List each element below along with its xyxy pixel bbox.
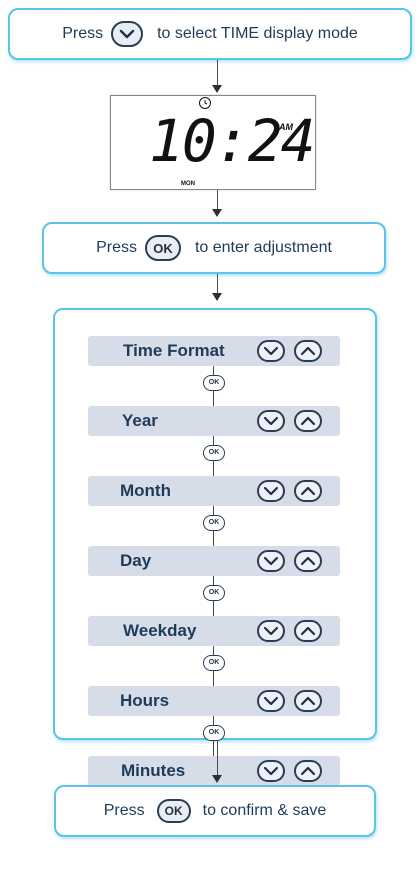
down-button xyxy=(257,480,285,502)
lcd-display: 10:24 AM MON xyxy=(110,95,316,190)
up-button xyxy=(294,620,322,642)
confirm-prefix: Press xyxy=(103,802,145,819)
chevron-down-icon xyxy=(119,29,135,39)
ok-button: OK xyxy=(156,799,191,823)
chevron-down-icon xyxy=(263,346,279,356)
lcd-day: MON xyxy=(181,181,195,187)
chevron-down-icon xyxy=(263,486,279,496)
ok-connector-button: OK xyxy=(203,585,225,601)
down-button xyxy=(257,760,285,782)
chevron-down-icon xyxy=(263,416,279,426)
confirm-save-text: Press OK to confirm & save xyxy=(54,785,376,837)
chevron-down-icon xyxy=(263,556,279,566)
step-bar: Day xyxy=(88,546,340,576)
connector-arrow xyxy=(212,775,222,783)
chevron-up-icon xyxy=(300,416,316,426)
down-button xyxy=(111,21,144,47)
down-button xyxy=(257,340,285,362)
up-button xyxy=(294,410,322,432)
step-label: Hours xyxy=(120,691,170,710)
step-bar: Time Format xyxy=(88,336,340,366)
ok-connector-button: OK xyxy=(203,515,225,531)
ok-button: OK xyxy=(144,235,181,261)
chevron-down-icon xyxy=(263,696,279,706)
step-bar: Hours xyxy=(88,686,340,716)
chevron-up-icon xyxy=(300,696,316,706)
chevron-down-icon xyxy=(263,766,279,776)
up-button xyxy=(294,550,322,572)
step-bar: Weekday xyxy=(88,616,340,646)
down-button xyxy=(257,550,285,572)
down-button xyxy=(257,690,285,712)
enter-adjustment-text: Press OK to enter adjustment xyxy=(42,222,386,274)
ok-connector-button: OK xyxy=(203,725,225,741)
step-bar: Month xyxy=(88,476,340,506)
chevron-down-icon xyxy=(263,626,279,636)
step-label: Weekday xyxy=(123,621,197,640)
ok-connector-button: OK xyxy=(203,375,225,391)
step-label: Year xyxy=(122,411,158,430)
chevron-up-icon xyxy=(300,626,316,636)
chevron-up-icon xyxy=(300,346,316,356)
enter-prefix: Press xyxy=(96,239,137,256)
connector-arrow xyxy=(212,85,222,93)
connector-arrow xyxy=(212,293,222,301)
step-label: Minutes xyxy=(121,761,186,780)
connector-arrow xyxy=(212,209,222,217)
step-label: Time Format xyxy=(123,341,225,360)
ok-connector-button: OK xyxy=(203,445,225,461)
connector-line xyxy=(217,60,218,88)
connector-line xyxy=(217,740,218,778)
ok-connector-button: OK xyxy=(203,655,225,671)
up-button xyxy=(294,340,322,362)
chevron-up-icon xyxy=(300,556,316,566)
confirm-suffix: to confirm & save xyxy=(202,802,327,819)
down-button xyxy=(257,620,285,642)
lcd-ampm: AM xyxy=(279,122,293,132)
up-button xyxy=(294,690,322,712)
select-suffix: to select TIME display mode xyxy=(157,25,358,42)
select-time-mode-text: Press to select TIME display mode xyxy=(8,8,412,60)
enter-suffix: to enter adjustment xyxy=(194,239,332,256)
down-button xyxy=(257,410,285,432)
chevron-up-icon xyxy=(300,766,316,776)
step-label: Month xyxy=(120,481,171,500)
step-label: Day xyxy=(120,551,152,570)
step-bar: Year xyxy=(88,406,340,436)
select-prefix: Press xyxy=(62,25,104,42)
lcd-time: 10:24 xyxy=(149,107,316,175)
chevron-up-icon xyxy=(300,486,316,496)
up-button xyxy=(294,760,322,782)
up-button xyxy=(294,480,322,502)
